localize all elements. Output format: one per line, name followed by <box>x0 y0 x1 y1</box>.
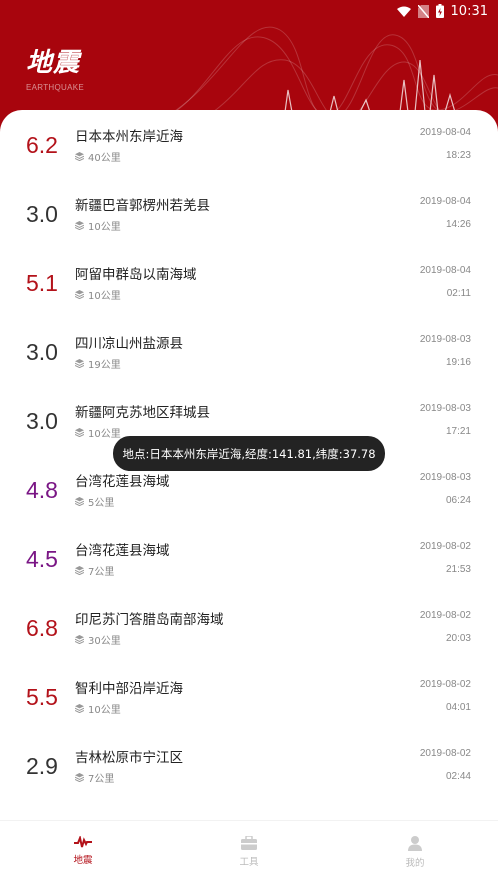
tab-earthquake[interactable]: 地震 <box>0 821 166 887</box>
event-date: 2019-08-04 <box>419 265 471 276</box>
tab-label: 地震 <box>73 855 93 866</box>
depth-value: 7公里 <box>88 774 115 785</box>
magnitude-value: 5.1 <box>26 270 58 296</box>
location-name: 智利中部沿岸近海 <box>75 681 183 697</box>
earthquake-row[interactable]: 3.0 四川凉山州盐源县 19公里 2019-08-03 19:16 <box>0 317 498 386</box>
magnitude-value: 6.2 <box>26 132 58 158</box>
event-time: 17:21 <box>445 426 471 437</box>
earthquake-row-partial[interactable] <box>0 800 498 812</box>
layers-icon <box>75 428 84 437</box>
event-time: 21:53 <box>445 564 471 575</box>
depth-value: 30公里 <box>88 636 121 647</box>
earthquake-row[interactable]: 2.9 吉林松原市宁江区 7公里 2019-08-02 02:44 <box>0 731 498 800</box>
depth-info: 30公里 <box>75 632 121 647</box>
depth-value: 10公里 <box>88 222 121 233</box>
event-time: 06:24 <box>445 495 471 506</box>
event-date: 2019-08-02 <box>419 541 471 552</box>
depth-info: 10公里 <box>75 701 121 716</box>
location-name: 台湾花莲县海域 <box>75 474 170 490</box>
depth-value: 10公里 <box>88 291 121 302</box>
event-date: 2019-08-03 <box>419 472 471 483</box>
magnitude-value: 4.8 <box>26 477 58 503</box>
layers-icon <box>75 704 84 713</box>
depth-info: 19公里 <box>75 356 121 371</box>
magnitude-value: 3.0 <box>26 201 58 227</box>
location-name: 新疆阿克苏地区拜城县 <box>75 405 210 421</box>
earthquake-row[interactable]: 4.5 台湾花莲县海域 7公里 2019-08-02 21:53 <box>0 524 498 593</box>
event-date: 2019-08-04 <box>419 196 471 207</box>
status-time: 10:31 <box>450 3 488 19</box>
magnitude-value: 5.5 <box>26 684 58 710</box>
location-name: 新疆巴音郭楞州若羌县 <box>75 198 210 214</box>
depth-info: 10公里 <box>75 425 121 440</box>
event-date: 2019-08-04 <box>419 127 471 138</box>
event-time: 19:16 <box>445 357 471 368</box>
depth-value: 40公里 <box>88 153 121 164</box>
magnitude-value: 3.0 <box>26 408 58 434</box>
location-name: 阿留申群岛以南海域 <box>75 267 197 283</box>
layers-icon <box>75 497 84 506</box>
depth-info: 40公里 <box>75 149 121 164</box>
layers-icon <box>75 221 84 230</box>
tab-label: 我的 <box>405 858 425 869</box>
wifi-icon <box>396 6 411 17</box>
depth-value: 7公里 <box>88 567 115 578</box>
event-time: 18:23 <box>445 150 471 161</box>
layers-icon <box>75 566 84 575</box>
earthquake-row[interactable]: 5.1 阿留申群岛以南海域 10公里 2019-08-04 02:11 <box>0 248 498 317</box>
depth-info: 7公里 <box>75 770 114 785</box>
event-time: 02:11 <box>446 288 471 299</box>
page-subtitle: EARTHQUAKE <box>26 83 84 92</box>
depth-value: 10公里 <box>88 429 121 440</box>
status-bar: 10:31 <box>0 0 498 22</box>
event-time: 20:03 <box>445 633 471 644</box>
event-date: 2019-08-03 <box>419 403 471 414</box>
magnitude-value: 2.9 <box>26 753 58 779</box>
pulse-icon <box>74 836 92 848</box>
event-time: 04:01 <box>445 702 471 713</box>
event-date: 2019-08-02 <box>419 610 471 621</box>
magnitude-value: 6.8 <box>26 615 58 641</box>
event-time: 02:44 <box>445 771 471 782</box>
layers-icon <box>75 773 84 782</box>
tab-label: 工具 <box>239 857 259 868</box>
layers-icon <box>75 152 84 161</box>
event-date: 2019-08-03 <box>419 334 471 345</box>
bottom-tab-bar: 地震 工具 我的 <box>0 820 498 887</box>
tab-tools[interactable]: 工具 <box>166 821 332 887</box>
depth-info: 10公里 <box>75 218 121 233</box>
depth-value: 10公里 <box>88 705 121 716</box>
location-name: 日本本州东岸近海 <box>75 129 183 145</box>
page-title: 地震 <box>26 48 81 78</box>
layers-icon <box>75 359 84 368</box>
earthquake-row[interactable]: 6.8 印尼苏门答腊岛南部海域 30公里 2019-08-02 20:03 <box>0 593 498 662</box>
toolbox-icon <box>241 836 257 850</box>
magnitude-value: 4.5 <box>26 546 58 572</box>
layers-icon <box>75 290 84 299</box>
depth-value: 19公里 <box>88 360 121 371</box>
battery-charging-icon <box>435 4 444 18</box>
earthquake-row[interactable]: 6.2 日本本州东岸近海 40公里 2019-08-04 18:23 <box>0 110 498 179</box>
location-name: 印尼苏门答腊岛南部海域 <box>75 612 224 628</box>
location-name: 四川凉山州盐源县 <box>75 336 183 352</box>
depth-info: 10公里 <box>75 287 121 302</box>
depth-info: 7公里 <box>75 563 114 578</box>
earthquake-row[interactable]: 3.0 新疆巴音郭楞州若羌县 10公里 2019-08-04 14:26 <box>0 179 498 248</box>
location-name: 吉林松原市宁江区 <box>75 750 183 766</box>
event-date: 2019-08-02 <box>419 679 471 690</box>
layers-icon <box>75 635 84 644</box>
tab-profile[interactable]: 我的 <box>332 821 498 887</box>
event-date: 2019-08-02 <box>419 748 471 759</box>
magnitude-value: 3.0 <box>26 339 58 365</box>
person-icon <box>408 836 422 851</box>
no-sim-icon <box>417 4 429 18</box>
event-time: 14:26 <box>445 219 471 230</box>
earthquake-row[interactable]: 5.5 智利中部沿岸近海 10公里 2019-08-02 04:01 <box>0 662 498 731</box>
location-toast: 地点:日本本州东岸近海,经度:141.81,纬度:37.78 <box>113 436 385 471</box>
location-name: 台湾花莲县海域 <box>75 543 170 559</box>
depth-info: 5公里 <box>75 494 114 509</box>
depth-value: 5公里 <box>88 498 115 509</box>
